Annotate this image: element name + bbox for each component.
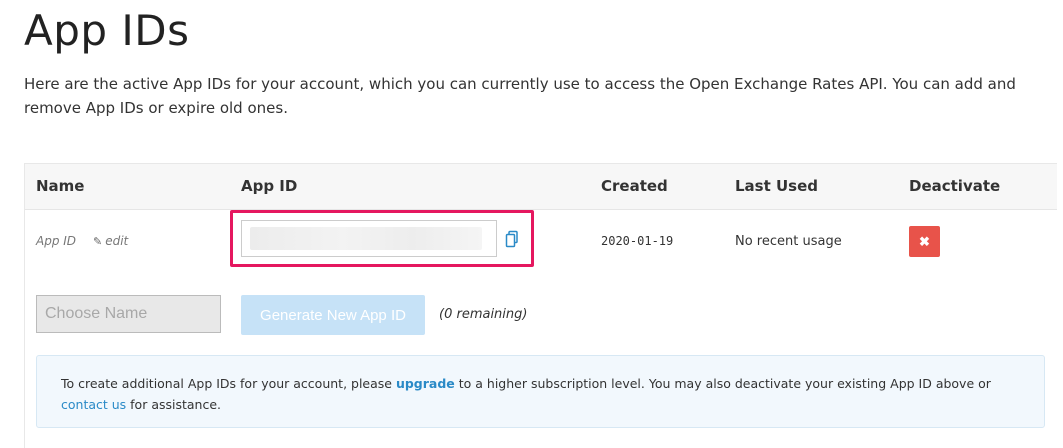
close-icon: ✖ [919,233,930,249]
contact-us-link[interactable]: contact us [61,397,126,412]
created-date: 2020-01-19 [601,234,674,248]
info-text-2: to a higher subscription level. You may … [454,376,991,391]
header-app-id: App ID [241,177,298,195]
upgrade-info-box: To create additional App IDs for your ac… [36,355,1045,428]
upgrade-link[interactable]: upgrade [396,376,455,391]
page-title: App IDs [24,6,190,55]
info-text-1: To create additional App IDs for your ac… [61,376,396,391]
app-id-redacted [250,227,482,250]
header-deactivate: Deactivate [909,177,1001,195]
table-header: Name App ID Created Last Used Deactivate [25,163,1057,210]
edit-label: edit [105,234,129,248]
app-ids-page: App IDs Here are the active App IDs for … [0,0,1063,448]
info-text-3: for assistance. [126,397,222,412]
last-used: No recent usage [735,234,842,249]
remaining-count: (0 remaining) [439,307,528,322]
pencil-icon: ✎ [93,235,103,248]
header-created: Created [601,177,668,195]
deactivate-button[interactable]: ✖ [909,226,940,257]
page-intro: Here are the active App IDs for your acc… [24,75,1016,117]
app-ids-table: Name App ID Created Last Used Deactivate… [24,163,1057,448]
app-name: App ID [36,234,77,248]
generate-app-id-button[interactable]: Generate New App ID [241,295,425,335]
edit-name-link[interactable]: ✎ edit [93,234,128,248]
header-name: Name [36,177,85,195]
copy-icon[interactable] [505,230,519,248]
table-row: App ID ✎ edit 2020-01-19 No recent usage … [25,210,1057,273]
header-last-used: Last Used [735,177,819,195]
choose-name-input[interactable] [36,295,221,333]
